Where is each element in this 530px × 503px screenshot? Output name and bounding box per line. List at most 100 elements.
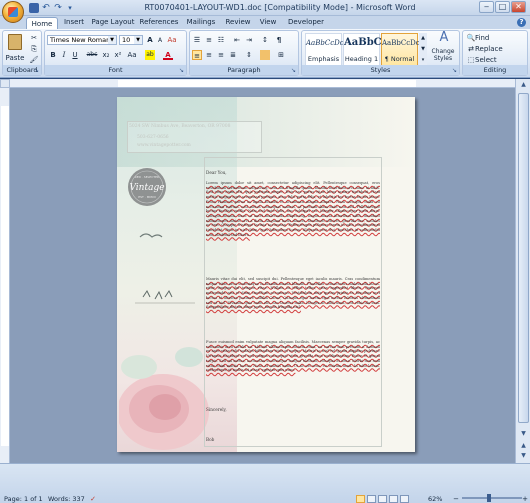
horizontal-ruler[interactable] [10, 79, 515, 88]
web-layout-icon[interactable] [378, 495, 387, 503]
proofing-icon[interactable]: ✓ [88, 494, 98, 503]
clipboard-launcher-icon[interactable]: ↘ [33, 67, 40, 74]
previous-page-icon[interactable]: ▲ [518, 441, 529, 451]
clear-formatting-icon[interactable]: Aa [167, 35, 177, 45]
style-heading-1[interactable]: AaBbC Heading 1 [343, 33, 382, 67]
strikethrough-button[interactable]: abc [85, 50, 99, 60]
paste-icon[interactable] [8, 34, 22, 50]
underline-button[interactable]: U [70, 50, 80, 60]
borders-icon[interactable]: ⊞ [276, 50, 286, 60]
paste-button[interactable]: Paste [3, 53, 27, 63]
page-count[interactable]: Page: 1 of 1 [4, 494, 43, 503]
paragraph-1-text: Lorem ipsum dolor sit amet, consectetur … [206, 181, 380, 237]
document-page[interactable]: 5024 SW Nimbus Ave, Beaverton, OR 97008 … [117, 97, 415, 452]
superscript-button[interactable]: x² [113, 50, 123, 60]
tab-insert[interactable]: Insert [60, 16, 88, 29]
font-color-button[interactable]: A [163, 50, 173, 60]
rose-illustration [119, 347, 209, 450]
line-spacing-icon[interactable]: ⇕ [244, 50, 254, 60]
minimize-button[interactable]: ‒ [479, 1, 494, 13]
chevron-down-icon[interactable]: ▼ [134, 36, 142, 44]
vertical-ruler[interactable] [0, 88, 10, 463]
italic-button[interactable]: I [59, 50, 69, 60]
bold-button[interactable]: B [48, 50, 58, 60]
styles-launcher-icon[interactable]: ↘ [451, 67, 458, 74]
cut-icon[interactable]: ✂ [29, 33, 39, 43]
change-styles-icon[interactable]: A [430, 31, 458, 47]
tab-mailings[interactable]: Mailings [182, 16, 220, 29]
tab-review[interactable]: Review [222, 16, 254, 29]
outline-icon[interactable] [389, 495, 398, 503]
office-button[interactable] [2, 1, 24, 23]
copy-icon[interactable]: ⎘ [29, 44, 39, 54]
tab-references[interactable]: References [138, 16, 180, 29]
maximize-button[interactable]: □ [495, 1, 510, 13]
badge-top-text: RED · SELECTED [135, 175, 160, 179]
signature[interactable]: Bob [206, 437, 214, 442]
tab-home[interactable]: Home [26, 17, 58, 29]
align-center-icon[interactable]: ≡ [204, 50, 214, 60]
paragraph-launcher-icon[interactable]: ↘ [290, 67, 297, 74]
justify-icon[interactable]: ≣ [228, 50, 238, 60]
chevron-down-icon[interactable]: ▼ [108, 36, 116, 44]
shading-icon[interactable] [260, 50, 270, 60]
paragraph-3[interactable]: Fusce euismod enim vulputate magna aliqu… [206, 340, 380, 396]
sort-icon[interactable]: ↕ [260, 35, 270, 45]
tab-page-layout[interactable]: Page Layout [90, 16, 136, 29]
change-case-button[interactable]: Aa [127, 50, 137, 60]
align-left-icon[interactable]: ≡ [192, 50, 202, 60]
undo-icon[interactable]: ↶ [41, 3, 51, 13]
subscript-button[interactable]: x₂ [101, 50, 111, 60]
zoom-out-icon[interactable]: − [451, 494, 461, 503]
clipboard-group: Paste ✂ ⎘ 🖌 Clipboard ↘ [2, 30, 42, 76]
draft-icon[interactable] [400, 495, 409, 503]
shrink-font-icon[interactable]: A [155, 36, 165, 46]
change-styles-button[interactable]: Change Styles [426, 48, 460, 64]
next-page-icon[interactable]: ▼ [518, 451, 529, 461]
show-formatting-icon[interactable]: ¶ [274, 35, 284, 45]
paragraph-1[interactable]: Lorem ipsum dolor sit amet, consectetur … [206, 181, 380, 271]
replace-button[interactable]: Replace [475, 44, 509, 54]
print-layout-icon[interactable] [356, 495, 365, 503]
vertical-scrollbar[interactable]: ▲ ▼ ▲ ▼ [515, 79, 530, 463]
style-name: Emphasis [307, 55, 340, 63]
zoom-slider[interactable] [462, 497, 522, 499]
tab-developer[interactable]: Developer [284, 16, 328, 29]
scroll-down-icon[interactable]: ▼ [518, 429, 529, 439]
font-name-combo[interactable]: Times New Roman ▼ [47, 35, 117, 45]
highlight-button[interactable]: ab [145, 50, 155, 60]
multilevel-list-icon[interactable]: ☷ [216, 35, 226, 45]
grow-font-icon[interactable]: A [145, 35, 155, 45]
close-button[interactable]: ✕ [511, 1, 526, 13]
style-normal[interactable]: AaBbCcDc ¶ Normal [381, 33, 420, 67]
select-button[interactable]: Select [475, 55, 505, 65]
zoom-in-icon[interactable]: + [521, 494, 529, 503]
numbering-icon[interactable]: ≡ [204, 35, 214, 45]
paragraph-2[interactable]: Mauris vitae dui elit, sed suscipit dui.… [206, 277, 380, 338]
tab-view[interactable]: View [256, 16, 280, 29]
find-button[interactable]: Find [475, 33, 495, 43]
font-launcher-icon[interactable]: ↘ [178, 67, 185, 74]
window-title: RT0070401-LAYOUT-WD1.doc [Compatibility … [144, 3, 416, 12]
scroll-up-icon[interactable]: ▲ [518, 80, 529, 90]
word-count[interactable]: Words: 337 [48, 494, 85, 503]
increase-indent-icon[interactable]: ⇥ [244, 35, 254, 45]
salutation[interactable]: Dear You, [206, 170, 227, 175]
bullets-icon[interactable]: ☰ [192, 35, 202, 45]
redo-icon[interactable]: ↷ [53, 3, 63, 13]
zoom-level[interactable]: 62% [428, 494, 442, 503]
customize-qat-icon[interactable]: ▾ [65, 3, 75, 13]
full-screen-reading-icon[interactable] [367, 495, 376, 503]
font-size-combo[interactable]: 10 ▼ [119, 35, 143, 45]
scrollbar-thumb[interactable] [518, 93, 529, 423]
align-right-icon[interactable]: ≡ [216, 50, 226, 60]
help-icon[interactable]: ? [517, 18, 526, 27]
website-line: www.vintagepotter.com [137, 143, 191, 148]
save-icon[interactable] [29, 3, 39, 13]
format-painter-icon[interactable]: 🖌 [29, 55, 39, 65]
closing[interactable]: Sincerely, [206, 407, 227, 412]
style-emphasis[interactable]: AaBbCcDc Emphasis [305, 33, 344, 67]
decrease-indent-icon[interactable]: ⇤ [232, 35, 242, 45]
zoom-slider-thumb[interactable] [487, 494, 491, 502]
tab-selector[interactable] [0, 79, 10, 88]
